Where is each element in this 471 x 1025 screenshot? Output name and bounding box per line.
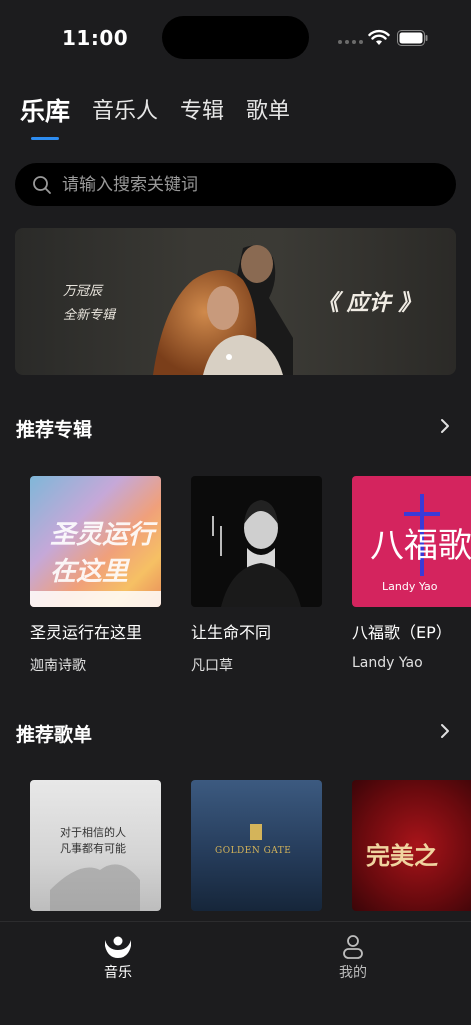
album-card[interactable]: 让生命不同 凡口草 [191, 476, 322, 674]
banner-artist-name: 万冠辰 [63, 284, 103, 299]
library-tabs: 乐库 音乐人 专辑 歌单 [20, 98, 312, 126]
playlist-card[interactable]: 完美之 [352, 780, 471, 911]
album-cover-artist: Landy Yao [382, 580, 438, 593]
album-cover-text: 圣灵运行在这里 [50, 520, 155, 587]
battery-icon [397, 30, 428, 46]
playlist-cover: GOLDEN GATE [191, 780, 322, 911]
album-cover-text: 八福歌 [370, 526, 471, 566]
album-cover [191, 476, 322, 607]
status-time: 11:00 [62, 26, 129, 50]
signal-icon [338, 40, 363, 44]
search-input[interactable] [60, 173, 424, 196]
tab-active-indicator [31, 137, 59, 140]
album-card[interactable]: 圣灵运行在这里 圣灵运行在这里 迦南诗歌 [30, 476, 161, 674]
album-cover-strip [30, 591, 161, 607]
search-icon [33, 175, 51, 194]
banner-page-indicator [226, 354, 232, 360]
recommended-albums-title: 推荐专辑 [16, 419, 93, 441]
banner-album-title: 《 应许 》 [317, 290, 421, 316]
tab-artists[interactable]: 音乐人 [92, 98, 158, 126]
tab-albums[interactable]: 专辑 [180, 98, 224, 126]
wifi-icon [368, 29, 390, 45]
album-title: 八福歌（EP） [352, 623, 452, 642]
album-artist: Landy Yao [352, 655, 423, 671]
album-cover: 八福歌 Landy Yao [352, 476, 471, 607]
playlist-cover: 完美之 [352, 780, 471, 911]
bottom-nav: 音乐 我的 [0, 921, 471, 1025]
status-bar: 11:00 [0, 0, 471, 80]
music-worship-icon [105, 936, 131, 958]
album-cover-art [212, 500, 301, 607]
playlist-card[interactable]: 对于相信的人 凡事都有可能 [30, 780, 161, 911]
album-cover: 圣灵运行在这里 [30, 476, 161, 607]
playlist-cover-text: GOLDEN GATE [215, 846, 292, 856]
banner-subtitle: 全新专辑 [63, 308, 116, 323]
album-title: 让生命不同 [191, 623, 272, 642]
playlist-cover: 对于相信的人 凡事都有可能 [30, 780, 161, 911]
playlist-cover-text: 完美之 [366, 841, 438, 870]
album-artist: 凡口草 [191, 658, 233, 674]
nav-music-label: 音乐 [104, 965, 132, 981]
search-bar[interactable] [15, 163, 456, 206]
nav-profile[interactable]: 我的 [313, 934, 393, 982]
chevron-right-icon[interactable] [440, 418, 450, 434]
tab-library[interactable]: 乐库 [20, 98, 70, 126]
banner-artist-photo [153, 245, 293, 375]
dynamic-island [162, 16, 309, 59]
chevron-right-icon[interactable] [440, 723, 450, 739]
album-artist: 迦南诗歌 [30, 658, 86, 674]
featured-banner[interactable]: 万冠辰 全新专辑 《 应许 》 [15, 228, 456, 375]
mountain-art [50, 864, 140, 911]
tab-playlists[interactable]: 歌单 [246, 98, 290, 126]
playlist-card[interactable]: GOLDEN GATE [191, 780, 322, 911]
recommended-playlists-title: 推荐歌单 [16, 724, 93, 746]
album-title: 圣灵运行在这里 [30, 623, 143, 642]
nav-music[interactable]: 音乐 [78, 934, 158, 982]
nav-profile-label: 我的 [339, 965, 367, 981]
user-icon [343, 935, 363, 959]
album-card[interactable]: 八福歌 Landy Yao 八福歌（EP） Landy Yao [352, 476, 471, 671]
